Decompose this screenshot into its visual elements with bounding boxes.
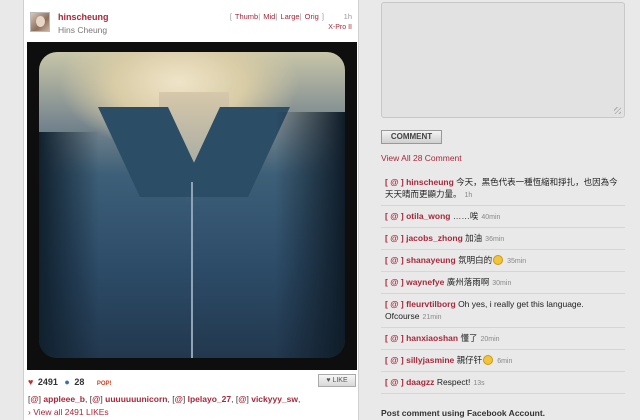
comment-text: Respect!: [436, 377, 471, 387]
comment-button[interactable]: COMMENT: [381, 130, 442, 144]
comment-username[interactable]: otila_wong: [406, 211, 450, 221]
comment-list: [ @ ] hinscheung 今天，黑色代表一種恆縮和掙扎，也因為今天天晴而…: [381, 172, 625, 394]
size-orig-link[interactable]: Orig: [305, 12, 319, 21]
comment-item: [ @ ] jacobs_zhong 加油 36min: [381, 228, 625, 250]
comment-time: 40min: [481, 214, 501, 221]
heart-icon: ♥: [28, 377, 34, 387]
post-photo[interactable]: [39, 52, 345, 358]
comment-time: 30min: [492, 280, 512, 287]
comment-username[interactable]: fleurvtilborg: [406, 299, 456, 309]
mention-icon: @: [390, 355, 399, 365]
post-age: 1h: [343, 12, 352, 21]
mention-icon: @: [390, 211, 399, 221]
comment-text: 親仔钎: [456, 355, 483, 365]
caret-icon: ›: [28, 407, 31, 417]
comment-text: 氛明白的: [458, 255, 493, 265]
view-all-likes-label: View all 2491 LIKEs: [33, 407, 109, 417]
comment-time: 36min: [485, 236, 505, 243]
comment-item: [ @ ] waynefye 廣州落雨啊 30min: [381, 272, 625, 294]
photo-frame: [27, 42, 357, 370]
likes-row: ♥ 2491 ● 28 POP! ♥ LIKE: [28, 374, 358, 391]
mention-icon: @: [390, 233, 399, 243]
like-button-label: LIKE: [332, 377, 348, 384]
comment-bubble-icon: ●: [64, 377, 70, 387]
liker-link[interactable]: lpelayo_27: [188, 394, 231, 404]
comment-item: [ @ ] daagzz Respect! 13s: [381, 372, 625, 394]
liker-link[interactable]: vickyyy_sw: [251, 394, 298, 404]
like-count: 2491: [37, 377, 58, 387]
comment-text: 加油: [465, 233, 483, 243]
comment-text: ……唉: [452, 211, 479, 221]
comment-username[interactable]: sillyjasmine: [406, 355, 454, 365]
comment-time: 21min: [422, 314, 442, 321]
comment-time: 35min: [507, 258, 527, 265]
comment-username[interactable]: daagzz: [406, 377, 434, 387]
post-panel: hinscheung Hins Cheung [ Thumb| Mid| Lar…: [23, 0, 359, 420]
likers-list: [@] appleee_b, [@] uuuuuuunicorn, [@] lp…: [28, 394, 301, 404]
smiley-face-icon: [493, 255, 504, 265]
comment-time: 13s: [473, 380, 485, 387]
size-mid-link[interactable]: Mid: [263, 12, 275, 21]
mention-icon: @: [390, 255, 399, 265]
size-links: [ Thumb| Mid| Large| Orig ]: [229, 12, 324, 21]
mention-icon: @: [390, 299, 399, 309]
mention-icon: @: [390, 377, 399, 387]
comment-item: [ @ ] otila_wong ……唉 40min: [381, 206, 625, 228]
liker-link[interactable]: appleee_b: [43, 394, 85, 404]
comment-panel: COMMENT View All 28 Comment [ @ ] hinsch…: [368, 0, 640, 420]
post-username[interactable]: hinscheung: [58, 12, 109, 22]
view-all-likes-link[interactable]: › View all 2491 LIKEs: [28, 407, 109, 417]
view-all-comments-link[interactable]: View All 28 Comment: [381, 153, 462, 163]
mention-icon: @: [390, 177, 399, 187]
comment-item: [ @ ] fleurvtilborg Oh yes, i really get…: [381, 294, 625, 328]
mention-icon: @: [390, 333, 399, 343]
heart-icon: ♥: [326, 377, 331, 384]
comment-text: 廣州落雨啊: [446, 277, 490, 287]
like-button[interactable]: ♥ LIKE: [318, 374, 356, 387]
comment-count: 28: [74, 377, 85, 387]
pop-badge: POP!: [96, 381, 112, 387]
size-thumb-link[interactable]: Thumb: [235, 12, 258, 21]
comment-username[interactable]: shanayeung: [406, 255, 456, 265]
resize-grip-icon[interactable]: [614, 107, 621, 114]
comment-username[interactable]: jacobs_zhong: [406, 233, 463, 243]
comment-username[interactable]: hanxiaoshan: [406, 333, 458, 343]
comment-item: [ @ ] sillyjasmine 親仔钎 6min: [381, 350, 625, 372]
size-large-link[interactable]: Large: [280, 12, 299, 21]
comment-textarea[interactable]: [381, 2, 625, 118]
comment-item: [ @ ] shanayeung 氛明白的 35min: [381, 250, 625, 272]
liker-link[interactable]: uuuuuuunicorn: [105, 394, 167, 404]
comment-item: [ @ ] hinscheung 今天，黑色代表一種恆縮和掙扎，也因為今天天晴而…: [381, 172, 625, 206]
comment-time: 20min: [480, 336, 500, 343]
comment-text: 懂了: [460, 333, 478, 343]
post-full-name: Hins Cheung: [58, 25, 108, 35]
avatar[interactable]: [30, 12, 50, 32]
mention-icon: @: [390, 277, 399, 287]
comment-username[interactable]: hinscheung: [406, 177, 454, 187]
filter-name[interactable]: X-Pro II: [328, 24, 352, 31]
facebook-comment-text: Post comment using Facebook Account.: [381, 408, 546, 418]
comment-time: 6min: [497, 358, 513, 365]
comment-time: 1h: [464, 192, 473, 199]
smiley-face-icon: [483, 355, 494, 365]
comment-item: [ @ ] hanxiaoshan 懂了 20min: [381, 328, 625, 350]
comment-username[interactable]: waynefye: [406, 277, 444, 287]
